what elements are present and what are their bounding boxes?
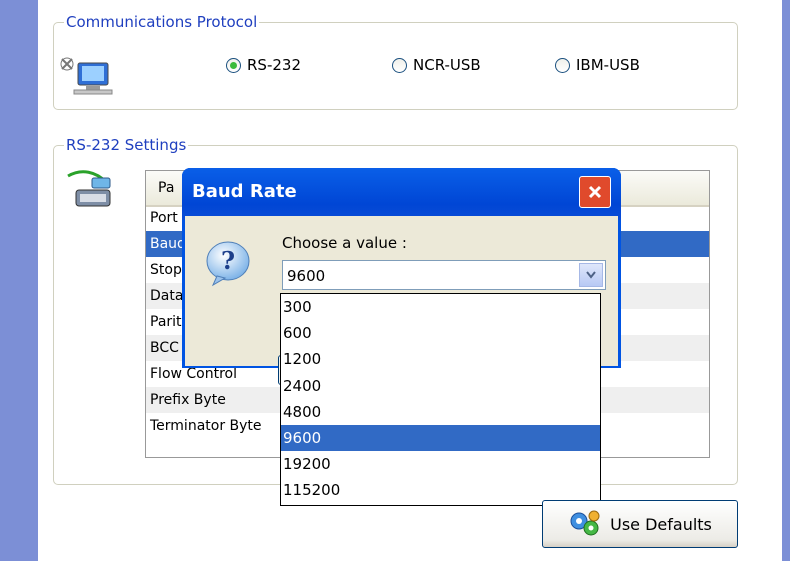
- combobox-dropdown-button[interactable]: [579, 263, 603, 287]
- protocol-group-title: Communications Protocol: [64, 13, 260, 31]
- gears-icon: [570, 510, 600, 536]
- close-button[interactable]: [579, 176, 611, 208]
- row-label: Flow Control: [150, 366, 238, 382]
- close-icon: [588, 185, 602, 199]
- radio-rs232-label: RS-232: [247, 56, 301, 74]
- window-right-border: [782, 0, 790, 561]
- row-label: Parit: [150, 314, 182, 330]
- combobox-value: 9600: [287, 267, 326, 285]
- baud-rate-combobox[interactable]: 9600: [282, 260, 606, 290]
- dropdown-option[interactable]: 1200: [281, 346, 600, 372]
- question-icon: ?: [206, 241, 250, 287]
- svg-text:?: ?: [221, 246, 235, 275]
- radio-ibm-usb-circle: [555, 57, 570, 73]
- radio-ibm-usb-label: IBM-USB: [576, 56, 640, 74]
- row-label: BCC: [150, 340, 179, 356]
- radio-rs232[interactable]: RS-232: [226, 56, 301, 74]
- radio-rs232-circle: [226, 57, 241, 73]
- row-label: Baud: [150, 236, 186, 252]
- use-defaults-label: Use Defaults: [610, 514, 712, 534]
- dropdown-option-selected[interactable]: 9600: [281, 424, 600, 452]
- window-left-border: [0, 0, 38, 561]
- rs232-settings-title: RS-232 Settings: [64, 136, 189, 154]
- dropdown-option[interactable]: 600: [281, 320, 600, 346]
- radio-selected-dot: [230, 61, 237, 69]
- serial-cable-icon: [67, 170, 111, 207]
- chevron-down-icon: [586, 271, 596, 279]
- network-computer-icon: [60, 57, 113, 95]
- dropdown-option[interactable]: 4800: [281, 399, 600, 425]
- baud-rate-dropdown-list[interactable]: 300 600 1200 2400 4800 9600 19200 115200: [280, 293, 601, 506]
- row-label: Stop: [150, 262, 182, 278]
- table-header-label: Pa: [158, 180, 175, 196]
- row-label: Data: [150, 288, 184, 304]
- dropdown-option[interactable]: 19200: [281, 451, 600, 477]
- dialog-prompt: Choose a value :: [282, 234, 407, 252]
- radio-ncr-usb[interactable]: NCR-USB: [392, 56, 481, 74]
- dropdown-option[interactable]: 2400: [281, 373, 600, 399]
- dialog-title: Baud Rate: [192, 181, 297, 202]
- dialog-titlebar[interactable]: Baud Rate: [182, 168, 621, 220]
- dropdown-option[interactable]: 300: [281, 294, 600, 320]
- row-label: Port: [150, 210, 178, 226]
- row-label: Terminator Byte: [150, 418, 262, 434]
- use-defaults-button[interactable]: Use Defaults: [542, 500, 738, 548]
- radio-ncr-usb-label: NCR-USB: [413, 56, 481, 74]
- row-label: Prefix Byte: [150, 392, 226, 408]
- radio-ibm-usb[interactable]: IBM-USB: [555, 56, 640, 74]
- radio-ncr-usb-circle: [392, 57, 407, 73]
